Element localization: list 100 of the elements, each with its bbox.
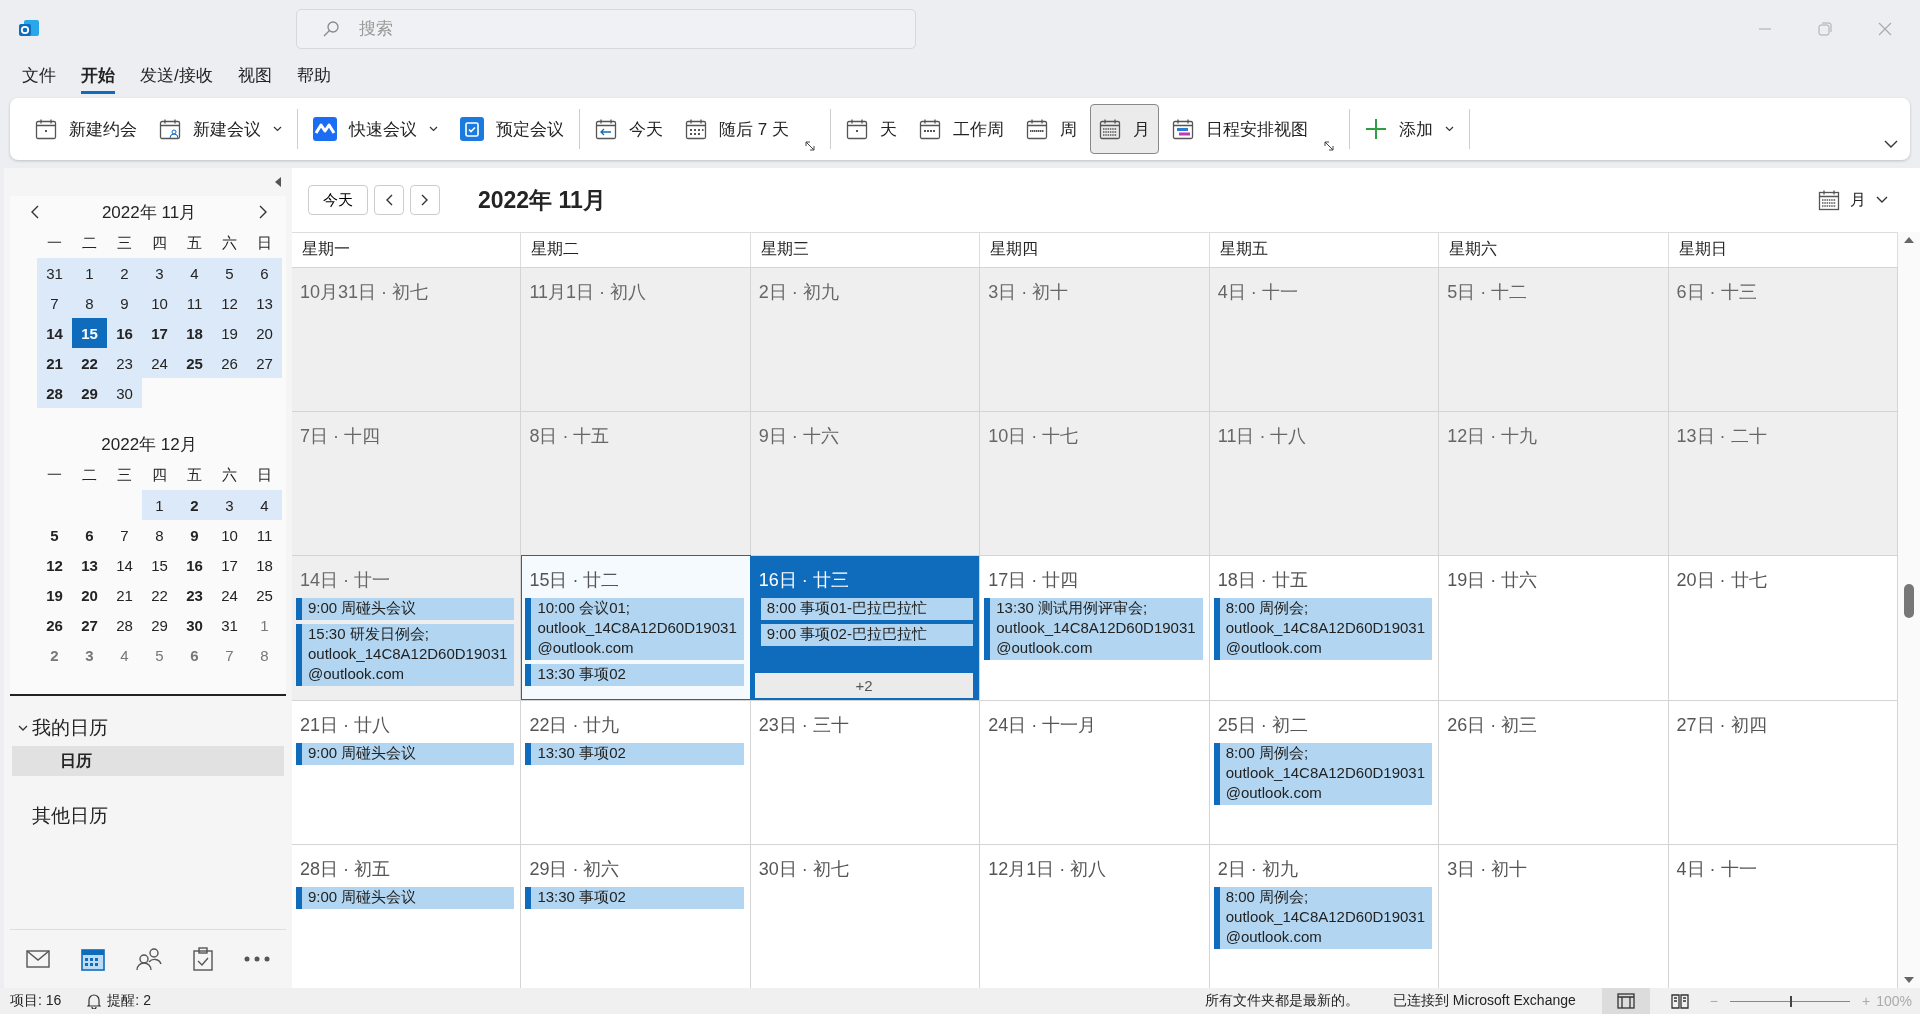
date-cell[interactable]: 10 — [142, 288, 177, 318]
calendar-folder-item[interactable]: 日历 — [12, 746, 284, 776]
date-cell[interactable]: 15 — [142, 550, 177, 580]
date-cell[interactable]: 7 — [212, 640, 247, 670]
date-cell[interactable]: 15 — [72, 318, 107, 348]
date-cell[interactable]: 24 — [212, 580, 247, 610]
date-cell[interactable]: 17 — [212, 550, 247, 580]
menu-tab[interactable]: 开始 — [81, 60, 115, 94]
date-cell[interactable]: 9 — [107, 288, 142, 318]
date-cell[interactable]: 13 — [247, 288, 282, 318]
event[interactable]: 13:30 事项02 — [525, 664, 744, 687]
day-cell[interactable]: 19日 · 廿六 — [1439, 555, 1669, 700]
scroll-thumb[interactable] — [1904, 584, 1914, 618]
date-cell[interactable]: 6 — [72, 520, 107, 550]
date-cell[interactable]: 3 — [212, 490, 247, 520]
more-icon[interactable] — [244, 956, 271, 962]
date-cell[interactable]: 26 — [212, 348, 247, 378]
ribbon-button[interactable]: 随后 7 天 — [676, 104, 824, 154]
mail-icon[interactable] — [25, 950, 50, 968]
day-cell[interactable]: 3日 · 初十 — [980, 267, 1210, 412]
calendar-icon[interactable] — [80, 947, 105, 971]
day-cell[interactable]: 11日 · 十八 — [1209, 411, 1440, 556]
chevron-down-icon[interactable] — [1884, 140, 1898, 148]
date-cell[interactable]: 12 — [212, 288, 247, 318]
date-cell[interactable]: 22 — [72, 348, 107, 378]
folder-group[interactable]: 我的日历 — [12, 710, 284, 746]
date-cell[interactable]: 19 — [37, 580, 72, 610]
date-cell[interactable]: 21 — [37, 348, 72, 378]
ribbon-button[interactable]: 今天 — [586, 104, 672, 154]
day-cell[interactable]: 12月1日 · 初八 — [980, 843, 1210, 988]
search-field[interactable]: 搜索 — [296, 9, 916, 49]
next-month-icon[interactable] — [258, 205, 268, 219]
date-cell[interactable]: 10 — [212, 520, 247, 550]
day-cell[interactable]: 2日 · 初九 — [750, 267, 981, 412]
day-cell[interactable]: 7日 · 十四 — [292, 411, 522, 556]
day-cell[interactable]: 16日 · 廿三 8:00 事项01-巴拉巴拉忙 9:00 事项02-巴拉巴拉忙 +2 — [750, 555, 981, 700]
date-cell[interactable]: 18 — [247, 550, 282, 580]
date-cell[interactable]: 3 — [142, 258, 177, 288]
normal-view-button[interactable] — [1601, 988, 1650, 1014]
day-cell[interactable]: 4日 · 十一 — [1209, 267, 1440, 412]
day-cell[interactable]: 22日 · 廿九 13:30 事项02 — [521, 699, 751, 844]
event[interactable]: 13:30 事项02 — [525, 742, 744, 765]
date-cell[interactable]: 1 — [142, 490, 177, 520]
day-cell[interactable]: 25日 · 初二 8:00 周例会; outlook_14C8A12D60D19031@outlook.com — [1209, 699, 1440, 844]
date-cell[interactable]: 28 — [107, 610, 142, 640]
date-cell[interactable]: 30 — [177, 610, 212, 640]
date-cell[interactable]: 25 — [177, 348, 212, 378]
previous-button[interactable] — [374, 185, 404, 215]
date-cell[interactable]: 27 — [247, 348, 282, 378]
date-cell[interactable]: 12 — [37, 550, 72, 580]
day-cell[interactable]: 10日 · 十七 — [980, 411, 1210, 556]
ribbon-button[interactable]: 新建约会 — [26, 104, 146, 154]
folder-group[interactable]: 其他日历 — [12, 798, 284, 834]
event[interactable]: 13:30 测试用例评审会; outlook_14C8A12D60D19031@outlook.com — [984, 598, 1203, 661]
day-cell[interactable]: 29日 · 初六 13:30 事项02 — [521, 843, 751, 988]
date-cell[interactable]: 4 — [177, 258, 212, 288]
day-cell[interactable]: 12日 · 十九 — [1439, 411, 1669, 556]
day-cell[interactable]: 15日 · 廿二 10:00 会议01; outlook_14C8A12D60D19031@outlook.com 13:30 事项02 — [521, 555, 751, 700]
scroll-down-icon[interactable] — [1903, 976, 1915, 984]
date-cell[interactable]: 1 — [72, 258, 107, 288]
date-cell[interactable]: 14 — [37, 318, 72, 348]
event[interactable]: 8:00 周例会; outlook_14C8A12D60D19031@outlook.com — [1213, 886, 1433, 949]
day-cell[interactable]: 21日 · 廿八 9:00 周碰头会议 — [292, 699, 522, 844]
ribbon-button[interactable]: 周 — [1016, 104, 1086, 154]
date-cell[interactable]: 14 — [107, 550, 142, 580]
ribbon-button[interactable]: 快速会议 — [304, 104, 447, 154]
date-cell[interactable]: 5 — [142, 640, 177, 670]
date-cell[interactable]: 24 — [142, 348, 177, 378]
date-cell[interactable]: 8 — [142, 520, 177, 550]
event[interactable]: 8:00 周例会; outlook_14C8A12D60D19031@outlook.com — [1213, 598, 1433, 661]
date-cell[interactable]: 11 — [177, 288, 212, 318]
day-cell[interactable]: 17日 · 廿四 13:30 测试用例评审会; outlook_14C8A12D60D19031@outlook.com — [980, 555, 1210, 700]
date-cell[interactable]: 2 — [177, 490, 212, 520]
ribbon-button[interactable]: 预定会议 — [451, 104, 573, 154]
event[interactable]: 9:00 周碰头会议 — [296, 742, 515, 765]
date-cell[interactable]: 3 — [72, 640, 107, 670]
day-cell[interactable]: 23日 · 三十 — [750, 699, 981, 844]
today-button[interactable]: 今天 — [308, 185, 368, 215]
ribbon-button[interactable]: 添加 — [1355, 104, 1463, 154]
date-cell[interactable]: 13 — [72, 550, 107, 580]
scroll-up-icon[interactable] — [1903, 236, 1915, 244]
date-cell[interactable]: 1 — [247, 610, 282, 640]
ribbon-button[interactable]: 工作周 — [909, 104, 1013, 154]
date-cell[interactable]: 18 — [177, 318, 212, 348]
date-cell[interactable]: 23 — [177, 580, 212, 610]
date-cell[interactable]: 30 — [107, 378, 142, 408]
day-cell[interactable]: 8日 · 十五 — [521, 411, 751, 556]
date-cell[interactable]: 4 — [247, 490, 282, 520]
menu-tab[interactable]: 发送/接收 — [140, 60, 213, 94]
date-cell[interactable]: 20 — [72, 580, 107, 610]
day-cell[interactable]: 14日 · 廿一 9:00 周碰头会议 15:30 研发日例会; outlook_14C8A12D60D19031@outlook.com — [292, 555, 522, 700]
day-cell[interactable]: 9日 · 十六 — [750, 411, 981, 556]
date-cell[interactable]: 22 — [142, 580, 177, 610]
day-cell[interactable]: 11月1日 · 初八 — [521, 267, 751, 412]
date-cell[interactable]: 8 — [72, 288, 107, 318]
date-cell[interactable]: 9 — [177, 520, 212, 550]
day-cell[interactable]: 30日 · 初七 — [750, 843, 981, 988]
date-cell[interactable]: 7 — [107, 520, 142, 550]
date-cell[interactable]: 28 — [37, 378, 72, 408]
day-cell[interactable]: 26日 · 初三 — [1439, 699, 1669, 844]
